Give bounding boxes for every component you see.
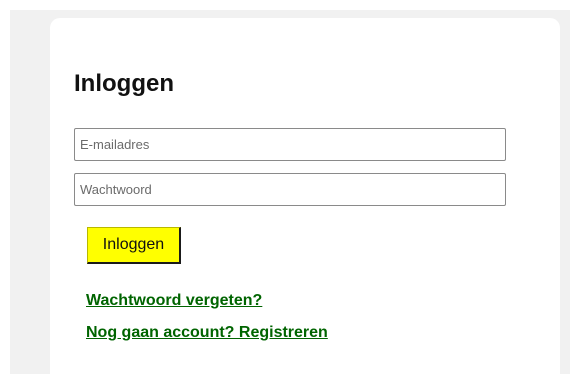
email-field[interactable] — [74, 128, 506, 161]
password-field[interactable] — [74, 173, 506, 206]
login-title: Inloggen — [74, 70, 174, 97]
forgot-password-link[interactable]: Wachtwoord vergeten? — [86, 291, 262, 311]
login-button[interactable]: Inloggen — [87, 227, 181, 264]
register-link[interactable]: Nog gaan account? Registreren — [86, 323, 328, 343]
login-card: Inloggen Inloggen Wachtwoord vergeten? N… — [50, 18, 560, 374]
